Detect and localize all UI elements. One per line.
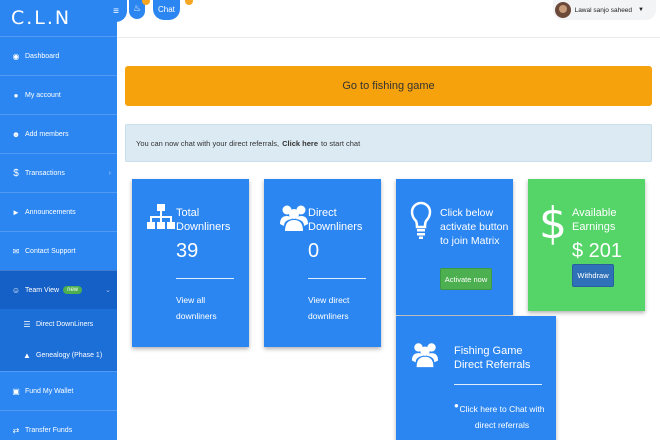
direct-downliners-card: Direct Downliners 0 View direct downline… <box>264 179 381 347</box>
card-title: Total Downliners <box>176 207 231 233</box>
sidebar-subitem-label: Genealogy (Phase 1) <box>36 352 103 359</box>
card-value: $ 201 <box>572 240 623 262</box>
chevron-right-icon: › <box>108 169 111 177</box>
fishing-game-button[interactable]: Go to fishing game <box>125 66 652 106</box>
sidebar-item-label: My account <box>25 91 61 99</box>
sidebar-item-label: Announcements <box>25 208 76 216</box>
list-icon: ☰ <box>23 320 31 329</box>
card-title: Click below activate button to join Matr… <box>440 207 509 247</box>
users-icon <box>410 338 440 370</box>
user-name: Lawal sanjo saheed <box>574 6 633 14</box>
dashboard-icon: ◉ <box>12 51 20 61</box>
notification-dot <box>142 0 150 5</box>
envelope-icon: ✉ <box>12 246 20 256</box>
top-header: ≡ ♨ Chat Lawal sanjo saheed ▼ <box>105 0 660 38</box>
new-badge: new <box>63 286 83 294</box>
alert-click-here-link[interactable]: Click here <box>282 139 318 148</box>
user-icon: ● <box>13 90 19 100</box>
chevron-down-icon: ⌄ <box>105 287 111 294</box>
sidebar-item-label: Dashboard <box>25 52 60 60</box>
total-downliners-card: Total Downliners 39 View all downliners <box>132 179 249 347</box>
lightbulb-icon <box>408 201 434 241</box>
add-user-icon: ☻ <box>11 129 21 139</box>
sidebar-item-label: Fund My Wallet <box>25 387 74 395</box>
card-value: 39 <box>176 240 199 262</box>
sidebar-item-label: Transactions <box>25 169 65 177</box>
transfer-icon: ⇄ <box>12 425 20 435</box>
divider <box>176 278 234 279</box>
chevron-down-icon: ▼ <box>638 7 644 13</box>
sidebar-item-transactions[interactable]: $ Transactions › <box>0 153 117 192</box>
sitemap-icon <box>146 203 176 233</box>
sidebar-item-contact-support[interactable]: ✉ Contact Support <box>0 231 117 270</box>
sidebar-item-transfer-funds[interactable]: ⇄ Transfer Funds <box>0 410 117 440</box>
card-title: Available Earnings <box>572 207 617 233</box>
activate-now-button[interactable]: Activate now <box>440 268 492 290</box>
sidebar-item-label: Team View <box>25 286 60 294</box>
chat-direct-referrals-link[interactable]: Click here to Chat with direct referrals <box>454 401 550 433</box>
withdraw-button[interactable]: Withdraw <box>572 264 614 287</box>
sidebar-item-label: Add members <box>25 130 69 138</box>
view-all-downliners-link[interactable]: View all downliners <box>176 292 240 324</box>
view-direct-downliners-link[interactable]: View direct downliners <box>308 292 372 324</box>
sidebar-item-label: Contact Support <box>25 247 76 255</box>
sidebar-item-add-members[interactable]: ☻ Add members <box>0 114 117 153</box>
sidebar-item-announcements[interactable]: ► Announcements <box>0 192 117 231</box>
sidebar-item-my-account[interactable]: ● My account <box>0 75 117 114</box>
sitemap-icon: ▲ <box>23 351 31 360</box>
chat-button[interactable]: Chat <box>153 0 180 20</box>
card-value: 0 <box>308 240 320 262</box>
dollar-icon: $ <box>539 197 567 249</box>
card-title: Direct Downliners <box>308 207 363 233</box>
alert-text-before: You can now chat with your direct referr… <box>136 138 280 148</box>
users-icon: ☺ <box>11 285 21 295</box>
sidebar-item-dashboard[interactable]: ◉ Dashboard <box>0 36 117 75</box>
dollar-icon: $ <box>13 167 19 179</box>
matrix-card: Click below activate button to join Matr… <box>396 179 513 315</box>
megaphone-icon: ► <box>12 207 20 217</box>
user-menu[interactable]: Lawal sanjo saheed ▼ <box>552 0 656 20</box>
card-title: Fishing Game Direct Referrals <box>454 345 531 371</box>
sidebar-item-team-view[interactable]: ☺ Team View new ⌄ <box>0 270 117 309</box>
sidebar-item-label: Transfer Funds <box>25 426 73 434</box>
hamburger-icon[interactable]: ≡ <box>105 0 127 22</box>
divider <box>308 278 366 279</box>
sidebar-item-fund-wallet[interactable]: ▣ Fund My Wallet <box>0 371 117 410</box>
divider <box>454 384 542 385</box>
sidebar-subitem-direct-downliners[interactable]: ☰ Direct DownLiners <box>0 309 117 340</box>
chat-alert: You can now chat with your direct referr… <box>125 124 652 162</box>
fishing-referrals-card: Fishing Game Direct Referrals ● Click he… <box>396 316 556 440</box>
sidebar: C.L.N ◉ Dashboard ● My account ☻ Add mem… <box>0 0 117 440</box>
users-icon <box>278 201 310 233</box>
earnings-card: $ Available Earnings $ 201 Withdraw <box>528 179 645 311</box>
sidebar-subitem-genealogy[interactable]: ▲ Genealogy (Phase 1) <box>0 340 117 371</box>
brand-logo[interactable]: C.L.N <box>0 0 117 36</box>
chat-notification-dot <box>185 0 193 5</box>
page: C.L.N ◉ Dashboard ● My account ☻ Add mem… <box>0 0 660 440</box>
wallet-icon: ▣ <box>12 386 20 396</box>
avatar <box>554 2 571 18</box>
alert-text-after: to start chat <box>321 138 361 148</box>
sidebar-subitem-label: Direct DownLiners <box>36 321 94 328</box>
